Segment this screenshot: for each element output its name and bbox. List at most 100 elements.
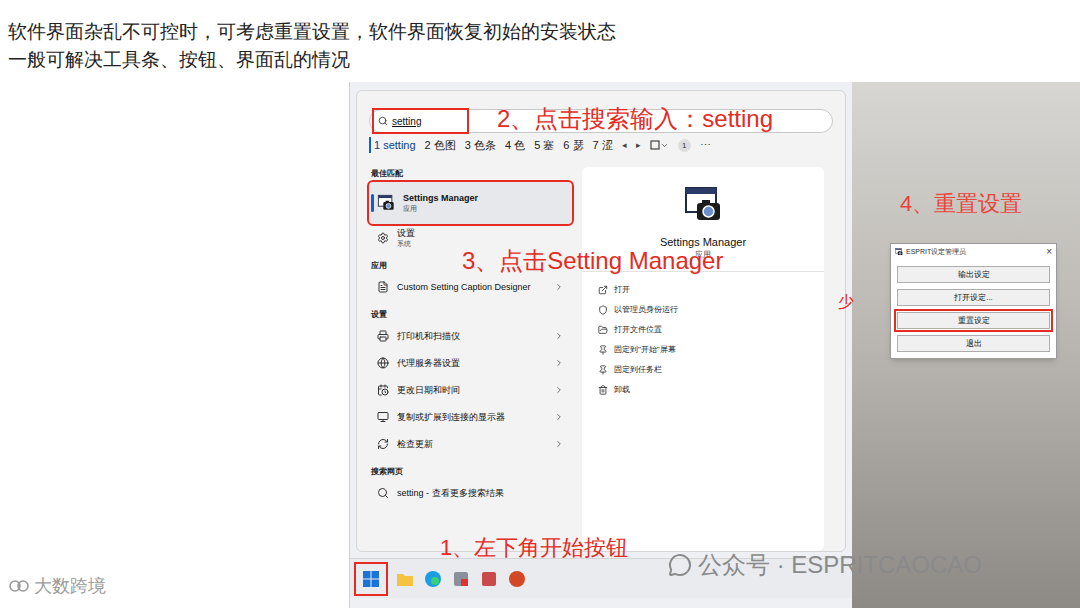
powerpoint-icon[interactable] (508, 570, 526, 588)
start-menu: setting1 setting2 色图3 色条4 色5 塞6 瑟7 涩◂▸1⋯… (356, 90, 846, 552)
result-text: 代理服务器设置 (397, 357, 546, 369)
preview-action[interactable]: 卸载 (598, 380, 808, 400)
wechat-icon (668, 553, 692, 577)
preview-panel: Settings Manager应用打开以管理员身份运行打开文件位置固定到"开始… (582, 167, 824, 551)
dialog-button[interactable]: 打开设定... (897, 289, 1050, 306)
ime-candidate[interactable]: 5 塞 (534, 137, 554, 153)
settings-manager-icon (895, 248, 903, 256)
logo-text: 大数跨境 (34, 574, 106, 598)
result-text: 复制或扩展到连接的显示器 (397, 411, 546, 423)
section-heading: 最佳匹配 (369, 167, 572, 181)
action-label: 固定到"开始"屏幕 (614, 344, 676, 356)
search-result[interactable]: 更改日期和时间 (369, 377, 572, 403)
ime-page-button[interactable]: ◂ (622, 137, 627, 153)
admin-icon (598, 305, 608, 315)
screenshot: setting1 setting2 色图3 色条4 色5 塞6 瑟7 涩◂▸1⋯… (349, 82, 852, 608)
preview-actions: 打开以管理员身份运行打开文件位置固定到"开始"屏幕固定到任务栏卸载 (582, 272, 824, 400)
result-text: 更改日期和时间 (397, 384, 546, 396)
system-icon (377, 232, 389, 244)
logo-icon (8, 577, 30, 595)
result-title: 打印机和扫描仪 (397, 330, 546, 342)
dialog-button[interactable]: 重置设定 (897, 312, 1050, 329)
ime-candidate[interactable]: 3 色条 (465, 137, 496, 153)
search-icon (378, 116, 388, 126)
result-subtitle: 应用 (403, 204, 564, 214)
action-label: 卸载 (614, 384, 630, 396)
search-text: setting (392, 114, 421, 129)
search-result[interactable]: Custom Setting Caption Designer (369, 274, 572, 300)
preview-action[interactable]: 打开 (598, 280, 808, 300)
result-title: setting - 查看更多搜索结果 (397, 487, 564, 499)
ime-candidate[interactable]: 2 色图 (425, 137, 456, 153)
folder-icon (598, 325, 608, 335)
search-result[interactable]: 复制或扩展到连接的显示器 (369, 404, 572, 430)
proxy-icon (377, 357, 389, 369)
folder-icon[interactable] (396, 571, 414, 587)
instructions: 软件界面杂乱不可控时，可考虑重置设置，软件界面恢复初始的安装状态一般可解决工具条… (0, 0, 1080, 82)
instruction-line: 一般可解决工具条、按钮、界面乱的情况 (8, 46, 1080, 74)
pinstart-icon (598, 345, 608, 355)
app-icon[interactable] (452, 570, 470, 588)
result-text: 设置系统 (397, 227, 564, 249)
annotation-fragment: 少 (838, 292, 854, 312)
ime-candidate[interactable]: 4 色 (505, 137, 525, 153)
result-section: 最佳匹配Settings Manager应用设置系统 (369, 167, 572, 251)
search-result[interactable]: Settings Manager应用 (369, 182, 572, 224)
ime-page-button[interactable]: ▸ (636, 137, 641, 153)
pintaskbar-icon (598, 365, 608, 375)
result-text: Custom Setting Caption Designer (397, 281, 546, 293)
logo-watermark: 大数跨境 (8, 574, 106, 598)
search-result[interactable]: 检查更新 (369, 431, 572, 457)
result-text: 检查更新 (397, 438, 546, 450)
preview-action[interactable]: 打开文件位置 (598, 320, 808, 340)
annotation-step3: 3、点击Setting Manager (462, 246, 723, 276)
ime-candidate[interactable]: 1 setting (369, 137, 416, 153)
edge-icon[interactable] (424, 570, 442, 588)
window-icon (650, 140, 660, 150)
result-title: 更改日期和时间 (397, 384, 546, 396)
result-title: 代理服务器设置 (397, 357, 546, 369)
app-icon[interactable] (480, 570, 498, 588)
annotation-step4: 4、重置设置 (900, 190, 1022, 218)
result-section: 搜索网页 setting - 查看更多搜索结果 (369, 465, 572, 506)
search-field[interactable]: setting (374, 110, 467, 132)
printer-icon (377, 330, 389, 342)
settings-dialog: ESPRIT设定管理员× 输出设定打开设定... 重置设定退出 (890, 243, 1057, 359)
display-icon (377, 411, 389, 423)
annotation-step1: 1、左下角开始按钮 (440, 534, 628, 562)
settings-manager-icon (377, 194, 395, 212)
preview-action[interactable]: 固定到任务栏 (598, 360, 808, 380)
results-list: 最佳匹配Settings Manager应用设置系统 应用 Custom Setti… (369, 167, 572, 551)
dialog-titlebar: ESPRIT设定管理员× (891, 244, 1056, 260)
result-title: Settings Manager (403, 192, 564, 204)
preview-action[interactable]: 以管理员身份运行 (598, 300, 808, 320)
action-label: 以管理员身份运行 (614, 304, 678, 316)
more-button[interactable]: ⋯ (700, 137, 711, 153)
search-result[interactable]: setting - 查看更多搜索结果 (369, 480, 572, 506)
result-title: 设置 (397, 227, 564, 239)
dialog-button[interactable]: 退出 (897, 335, 1050, 352)
dialog-button[interactable]: 输出设定 (897, 266, 1050, 283)
datetime-icon (377, 384, 389, 396)
dialog-buttons: 输出设定打开设定... 重置设定退出 (891, 260, 1056, 358)
ime-toolbar[interactable] (650, 140, 669, 150)
settings-manager-icon (683, 185, 723, 225)
ime-candidates: 1 setting2 色图3 色条4 色5 塞6 瑟7 涩◂▸1⋯ (369, 137, 833, 153)
search-result[interactable]: 代理服务器设置 (369, 350, 572, 376)
preview-action[interactable]: 固定到"开始"屏幕 (598, 340, 808, 360)
ime-candidate[interactable]: 7 涩 (593, 137, 613, 153)
dialog-title: ESPRIT设定管理员 (906, 247, 1043, 258)
result-title: Custom Setting Caption Designer (397, 281, 546, 293)
action-label: 固定到任务栏 (614, 364, 662, 376)
close-button[interactable]: × (1046, 246, 1052, 258)
update-icon (377, 438, 389, 450)
section-heading: 搜索网页 (369, 465, 572, 479)
web-icon (377, 487, 389, 499)
chevron-icon (554, 385, 564, 395)
ime-candidate[interactable]: 6 瑟 (563, 137, 583, 153)
start-button[interactable] (356, 564, 386, 594)
results-area: 最佳匹配Settings Manager应用设置系统 应用 Custom Setti… (369, 167, 833, 551)
search-result[interactable]: 打印机和扫描仪 (369, 323, 572, 349)
result-title: 检查更新 (397, 438, 546, 450)
open-icon (598, 285, 608, 295)
